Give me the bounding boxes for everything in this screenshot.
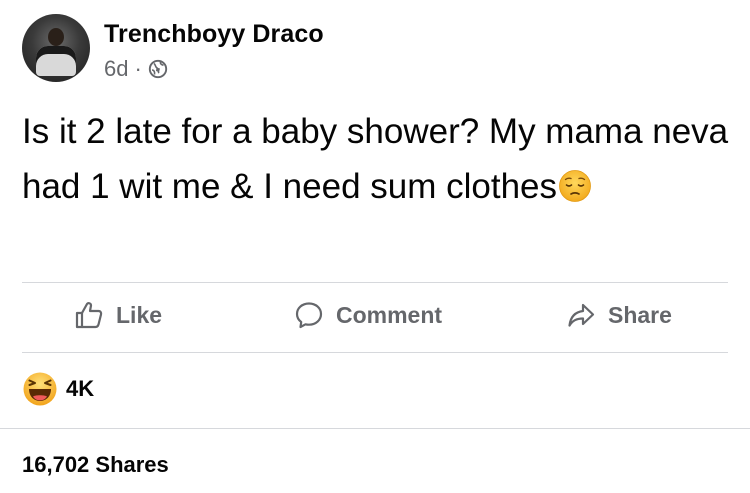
post-header: Trenchboyy Draco 6d · bbox=[22, 14, 324, 82]
like-label: Like bbox=[116, 301, 163, 328]
thumbs-up-icon bbox=[75, 302, 103, 329]
reaction-count: 4K bbox=[66, 376, 95, 401]
divider-bottom bbox=[0, 428, 750, 429]
author-meta: Trenchboyy Draco 6d · bbox=[104, 20, 324, 82]
divider-top bbox=[22, 282, 728, 283]
comment-button[interactable]: Comment bbox=[294, 300, 442, 330]
comment-label: Comment bbox=[336, 301, 443, 328]
share-arrow-icon bbox=[568, 303, 595, 327]
post-timestamp[interactable]: 6d bbox=[104, 56, 128, 82]
share-button[interactable]: Share bbox=[566, 300, 672, 330]
comment-icon bbox=[295, 302, 323, 329]
share-label: Share bbox=[608, 301, 672, 328]
haha-reaction-icon bbox=[23, 372, 57, 406]
post-body: Is it 2 late for a baby shower? My mama … bbox=[22, 104, 732, 214]
divider-middle bbox=[22, 352, 728, 353]
pensive-face-emoji-icon bbox=[559, 170, 591, 202]
reaction-summary[interactable]: 4K bbox=[22, 371, 94, 407]
meta-separator: · bbox=[134, 56, 142, 81]
action-bar: Like Comment Share bbox=[0, 286, 750, 350]
share-count[interactable]: 16,702 Shares bbox=[22, 452, 169, 478]
post-text: Is it 2 late for a baby shower? My mama … bbox=[22, 112, 729, 206]
author-name[interactable]: Trenchboyy Draco bbox=[104, 20, 324, 49]
author-avatar[interactable] bbox=[22, 14, 90, 82]
globe-icon bbox=[148, 59, 167, 79]
post-subline: 6d · bbox=[104, 56, 324, 82]
like-button[interactable]: Like bbox=[74, 300, 162, 330]
